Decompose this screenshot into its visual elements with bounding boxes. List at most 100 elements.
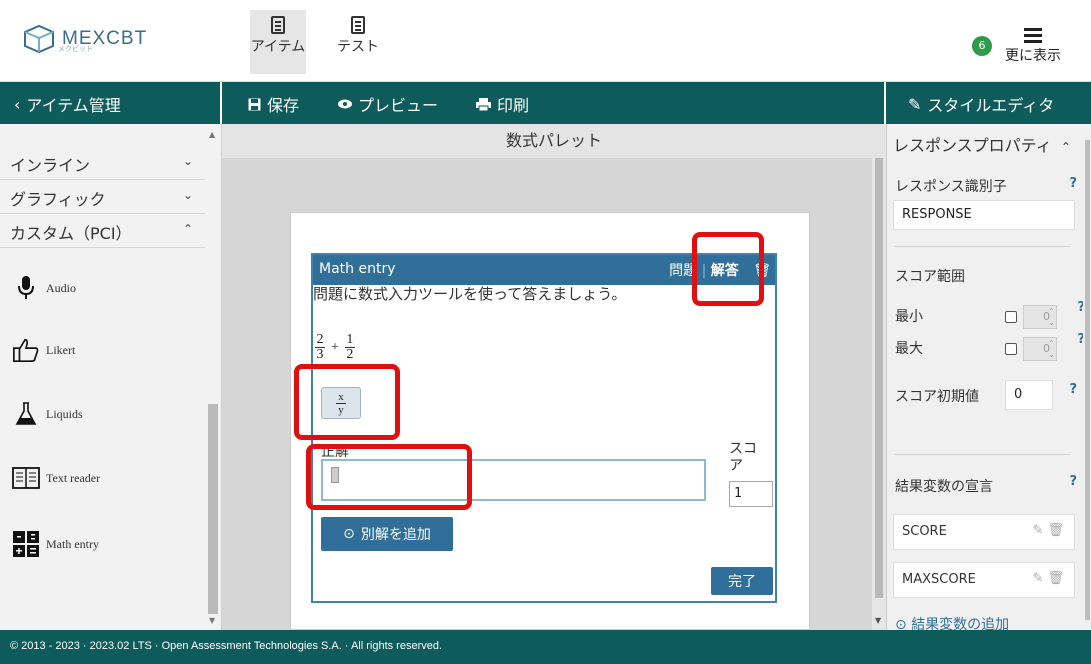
min-checkbox[interactable] — [1005, 311, 1017, 323]
fraction: 1 2 — [344, 332, 355, 362]
help-icon[interactable]: ? — [1069, 382, 1077, 397]
chevron-down-icon: ⌄ — [182, 188, 193, 202]
save-label: 保存 — [267, 96, 300, 115]
brush-icon: ✎ — [908, 94, 922, 114]
plus-circle-icon: ⊙ — [343, 526, 355, 542]
divider — [895, 246, 1070, 247]
pci-item-audio[interactable]: Audio — [12, 274, 76, 302]
math-entry-title: Math entry — [319, 261, 396, 277]
footer: © 2013 - 2023 · 2023.02 LTS · Open Asses… — [0, 630, 1091, 664]
pci-item-label: Likert — [46, 342, 76, 357]
outcome-row[interactable]: SCORE ✎ 🗑 — [893, 514, 1075, 550]
fraction: 2 3 — [315, 333, 325, 362]
back-to-items-button[interactable]: ‹ アイテム管理 — [14, 92, 121, 116]
print-label: 印刷 — [497, 96, 530, 115]
highlight-fraction-tool — [294, 364, 400, 440]
pci-item-label: Audio — [46, 280, 76, 295]
scroll-down-icon[interactable]: ▼ — [875, 616, 881, 625]
scrollbar-thumb[interactable] — [1085, 140, 1090, 620]
min-value-input[interactable]: 0 — [1023, 305, 1057, 329]
panel-title: レスポンスプロパティ — [893, 136, 1052, 155]
nav-items[interactable]: アイテム — [250, 10, 306, 74]
style-editor-label: スタイルエディタ — [927, 96, 1055, 115]
section-label: インライン — [10, 156, 91, 175]
pci-item-text-reader[interactable]: Text reader — [12, 464, 100, 492]
center-scrollbar[interactable]: ▼ — [872, 158, 886, 630]
chevron-down-icon: ⌄ — [182, 154, 193, 168]
outcome-row[interactable]: MAXSCORE ✎ 🗑 — [893, 562, 1075, 598]
pci-item-math-entry[interactable]: Math entry — [12, 530, 99, 558]
action-bar: ‹ アイテム管理 保存 プレビュー 印刷 ✎ スタイルエディタ — [0, 82, 1091, 124]
section-label: グラフィック — [10, 190, 106, 209]
nav-tests[interactable]: テスト — [330, 10, 386, 74]
text-reader-icon — [12, 464, 40, 492]
top-bar: MEXCBT メクビット アイテム テスト 6 更に表示 — [0, 0, 1091, 82]
pci-item-likert[interactable]: Likert — [12, 336, 75, 364]
outcome-name: SCORE — [902, 524, 947, 539]
save-button[interactable]: 保存 — [248, 92, 299, 116]
add-alternative-label: 別解を追加 — [360, 527, 431, 543]
trash-icon[interactable]: 🗑 — [1047, 571, 1064, 586]
pci-item-liquids[interactable]: Liquids — [12, 400, 83, 428]
thumbs-up-icon — [12, 336, 40, 364]
scrollbar-thumb[interactable] — [208, 404, 218, 614]
notification-badge[interactable]: 6 — [972, 36, 992, 56]
microphone-icon — [12, 274, 40, 302]
items-icon — [271, 16, 285, 34]
hamburger-icon — [1024, 28, 1042, 31]
score-label: スコア — [729, 441, 757, 474]
denominator: 3 — [316, 347, 324, 362]
score-input[interactable]: 1 — [729, 481, 773, 507]
help-icon[interactable]: ? — [1069, 474, 1077, 489]
nav-tests-label: テスト — [337, 39, 379, 55]
preview-button[interactable]: プレビュー — [338, 92, 438, 116]
min-value: 0 — [1043, 310, 1050, 323]
left-scrollbar[interactable]: ▲ ▼ — [206, 124, 220, 630]
save-icon — [248, 98, 261, 110]
scroll-up-icon[interactable]: ▲ — [209, 130, 215, 139]
question-prompt: 問題に数式入力ツールを使って答えましょう。 — [313, 285, 627, 303]
score-default-input[interactable]: 0 — [1005, 380, 1053, 410]
style-editor-button[interactable]: ✎ スタイルエディタ — [908, 92, 1054, 116]
score-default-label: スコア初期値 — [895, 389, 979, 405]
more-menu-button[interactable]: 更に表示 — [1003, 26, 1063, 65]
response-properties-header[interactable]: レスポンスプロパティ ⌃ — [887, 124, 1091, 158]
math-entry-icon — [12, 530, 40, 558]
add-alternative-answer-button[interactable]: ⊙ 別解を追加 — [321, 517, 453, 551]
highlight-answer-input — [306, 444, 472, 510]
logo[interactable]: MEXCBT メクビット — [22, 24, 147, 54]
section-custom-pci[interactable]: カスタム（PCI） ⌃ — [0, 214, 205, 248]
chevron-up-icon: ⌃ — [182, 222, 193, 236]
pencil-icon[interactable]: ✎ — [1032, 523, 1043, 538]
pencil-icon[interactable]: ✎ — [1032, 571, 1043, 586]
item-editor-canvas: 数式パレット Math entry 問題 | 解答 🗑 問題に数式入力ツールを使… — [222, 124, 886, 630]
trash-icon[interactable]: 🗑 — [1047, 523, 1064, 538]
done-button[interactable]: 完了 — [711, 567, 773, 595]
section-graphic[interactable]: グラフィック ⌄ — [0, 180, 205, 214]
nav-items-label: アイテム — [250, 39, 306, 55]
max-value-input[interactable]: 0 — [1023, 337, 1057, 361]
scrollbar-thumb[interactable] — [875, 158, 883, 598]
pci-item-label: Math entry — [46, 536, 99, 551]
denominator: 2 — [346, 347, 354, 362]
scroll-down-icon[interactable]: ▼ — [209, 616, 215, 625]
print-button[interactable]: 印刷 — [476, 92, 529, 116]
section-label: カスタム（PCI） — [10, 224, 132, 243]
pci-item-label: Text reader — [46, 470, 101, 485]
more-label: 更に表示 — [1005, 48, 1061, 64]
numerator: 1 — [346, 332, 354, 347]
response-id-label: レスポンス識別子 — [895, 179, 1007, 195]
printer-icon — [476, 97, 491, 111]
max-value: 0 — [1043, 342, 1050, 355]
section-inline[interactable]: インライン ⌄ — [0, 146, 205, 180]
chevron-up-icon: ⌃ — [1060, 140, 1071, 154]
response-id-input[interactable]: RESPONSE — [893, 200, 1075, 230]
back-label: アイテム管理 — [26, 96, 121, 115]
right-scrollbar[interactable] — [1083, 124, 1091, 630]
interaction-library-panel: インライン ⌄ グラフィック ⌄ カスタム（PCI） ⌃ Audio Liker… — [0, 124, 222, 630]
logo-subtitle: メクビット — [58, 45, 93, 53]
preview-label: プレビュー — [358, 96, 439, 115]
help-icon[interactable]: ? — [1069, 176, 1077, 191]
max-checkbox[interactable] — [1005, 343, 1017, 355]
min-label: 最小 — [895, 309, 923, 325]
